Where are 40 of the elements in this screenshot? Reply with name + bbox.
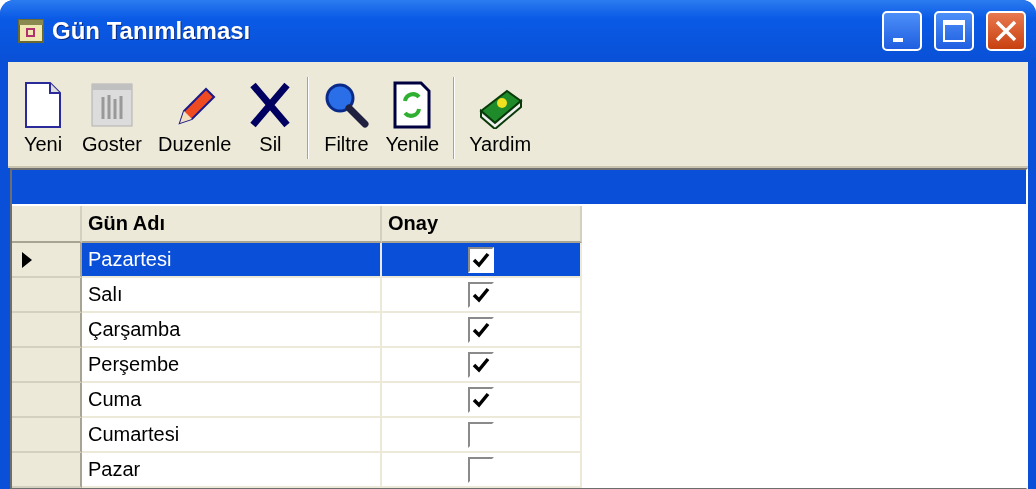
window-title: Gün Tanımlaması [52, 17, 252, 45]
row-header-corner [12, 206, 82, 243]
toolbar-button[interactable]: Yenile [377, 76, 448, 160]
minimize-icon [893, 38, 903, 42]
calendar-icon [18, 19, 44, 43]
column-header[interactable]: Onay [382, 206, 582, 243]
toolbar-button[interactable]: Filtre [315, 76, 378, 160]
toolbar-button[interactable]: Sil [239, 76, 302, 160]
close-button[interactable] [986, 11, 1026, 51]
table-cell: Cumartesi [82, 418, 382, 453]
checkbox[interactable] [468, 351, 494, 378]
checkbox[interactable] [468, 456, 494, 483]
checkmark-icon [472, 251, 490, 268]
checkmark-icon [472, 356, 490, 373]
close-icon [994, 19, 1018, 43]
checkbox[interactable] [468, 246, 494, 273]
minimize-button[interactable] [882, 11, 922, 51]
checkmark-icon [472, 321, 490, 338]
toolbar-button[interactable]: Yardim [461, 76, 540, 160]
checkmark-icon [472, 286, 490, 303]
toolbar-button[interactable]: Goster [74, 76, 151, 160]
checkbox[interactable] [468, 421, 494, 448]
checkmark-icon [472, 391, 490, 408]
maximize-button[interactable] [934, 11, 974, 51]
table-cell: Cuma [82, 383, 382, 418]
table-cell: Pazartesi [82, 243, 382, 278]
checkbox[interactable] [468, 386, 494, 413]
checkbox[interactable] [468, 281, 494, 308]
checkbox[interactable] [468, 316, 494, 343]
toolbar-button[interactable]: Yeni [12, 76, 74, 160]
table-cell: Salı [82, 278, 382, 313]
toolbar-button[interactable]: Duzenle [150, 76, 240, 160]
table-cell: Pazar [82, 453, 382, 488]
column-header[interactable]: Gün Adı [82, 206, 382, 243]
current-row-icon [22, 251, 32, 268]
window-icon [89, 80, 135, 129]
row-selector[interactable] [12, 243, 82, 278]
maximize-icon [942, 19, 966, 43]
table-cell: Perşembe [82, 348, 382, 383]
table-cell: Çarşamba [82, 313, 382, 348]
